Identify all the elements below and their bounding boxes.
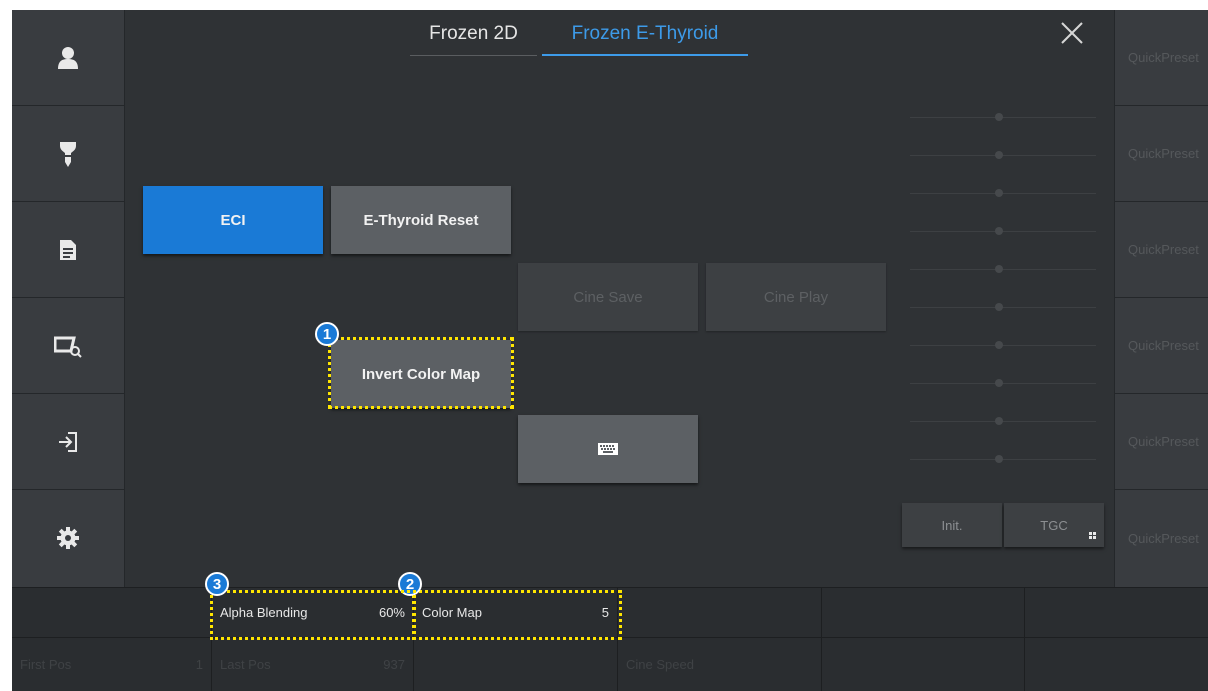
sidebar-item-patient[interactable]: [12, 10, 124, 106]
report-icon: [60, 239, 76, 260]
tgc-slider-knob[interactable]: [995, 265, 1003, 273]
first-pos-param[interactable]: First Pos 1: [12, 638, 212, 691]
probe-icon: [60, 141, 76, 167]
tab-frozen-e-thyroid[interactable]: Frozen E-Thyroid: [542, 20, 748, 56]
last-pos-param[interactable]: Last Pos 937: [212, 638, 414, 691]
param-cell-empty: [822, 638, 1025, 691]
tgc-slider-knob[interactable]: [995, 455, 1003, 463]
tgc-slider-knob[interactable]: [995, 303, 1003, 311]
param-cell-empty: [414, 638, 618, 691]
param-cell-empty: [822, 588, 1025, 638]
close-icon[interactable]: [1057, 18, 1087, 48]
keyboard-icon: [598, 443, 618, 455]
tgc-slider-knob[interactable]: [995, 341, 1003, 349]
sidebar-item-settings[interactable]: [12, 490, 124, 586]
callout-box-3: [210, 590, 416, 640]
tgc-slider-knob[interactable]: [995, 227, 1003, 235]
tgc-button[interactable]: TGC: [1004, 503, 1104, 547]
init-button[interactable]: Init.: [902, 503, 1002, 547]
quick-preset-item[interactable]: QuickPreset: [1115, 10, 1208, 106]
sidebar-item-exit[interactable]: [12, 394, 124, 490]
callout-box-1: [328, 337, 514, 409]
quick-preset-item[interactable]: QuickPreset: [1115, 490, 1208, 586]
tgc-slider-knob[interactable]: [995, 379, 1003, 387]
tgc-slider-area[interactable]: [910, 106, 1096, 476]
param-cell-empty: [618, 588, 822, 638]
settings-icon: [57, 527, 79, 549]
left-sidebar: [12, 10, 125, 587]
quick-preset-item[interactable]: QuickPreset: [1115, 394, 1208, 490]
callout-badge-1: 1: [315, 322, 339, 346]
tab-frozen-2d[interactable]: Frozen 2D: [410, 20, 537, 56]
quick-preset-column: QuickPreset QuickPreset QuickPreset Quic…: [1114, 10, 1208, 587]
cine-speed-label: Cine Speed: [626, 657, 694, 672]
param-cell-empty: [12, 588, 212, 638]
param-cell-empty: [1025, 588, 1208, 638]
cine-save-button[interactable]: Cine Save: [518, 263, 698, 331]
first-pos-label: First Pos: [20, 657, 72, 672]
callout-box-2: [412, 590, 622, 640]
eci-button[interactable]: ECI: [143, 186, 323, 254]
tgc-slider-knob[interactable]: [995, 151, 1003, 159]
grip-icon: [1089, 532, 1096, 539]
first-pos-value: 1: [195, 657, 203, 672]
last-pos-label: Last Pos: [220, 657, 271, 672]
tgc-slider-knob[interactable]: [995, 189, 1003, 197]
image-review-icon: [54, 336, 82, 358]
tgc-slider-knob[interactable]: [995, 417, 1003, 425]
callout-badge-3: 3: [205, 572, 229, 596]
tgc-button-label: TGC: [1040, 517, 1068, 533]
quick-preset-item[interactable]: QuickPreset: [1115, 106, 1208, 202]
keyboard-button[interactable]: [518, 415, 698, 483]
tgc-slider-knob[interactable]: [995, 113, 1003, 121]
patient-icon: [58, 46, 78, 69]
sidebar-item-probe[interactable]: [12, 106, 124, 202]
cine-play-button[interactable]: Cine Play: [706, 263, 886, 331]
quick-preset-item[interactable]: QuickPreset: [1115, 298, 1208, 394]
quick-preset-item[interactable]: QuickPreset: [1115, 202, 1208, 298]
param-cell-empty: [1025, 638, 1208, 691]
exit-icon: [59, 431, 77, 452]
sidebar-item-report[interactable]: [12, 202, 124, 298]
sidebar-item-image-review[interactable]: [12, 298, 124, 394]
e-thyroid-reset-button[interactable]: E-Thyroid Reset: [331, 186, 511, 254]
cine-speed-param[interactable]: Cine Speed: [618, 638, 822, 691]
last-pos-value: 937: [383, 657, 405, 672]
ultrasound-touch-panel: Frozen 2D Frozen E-Thyroid ECI E-Thyroid…: [12, 10, 1208, 691]
